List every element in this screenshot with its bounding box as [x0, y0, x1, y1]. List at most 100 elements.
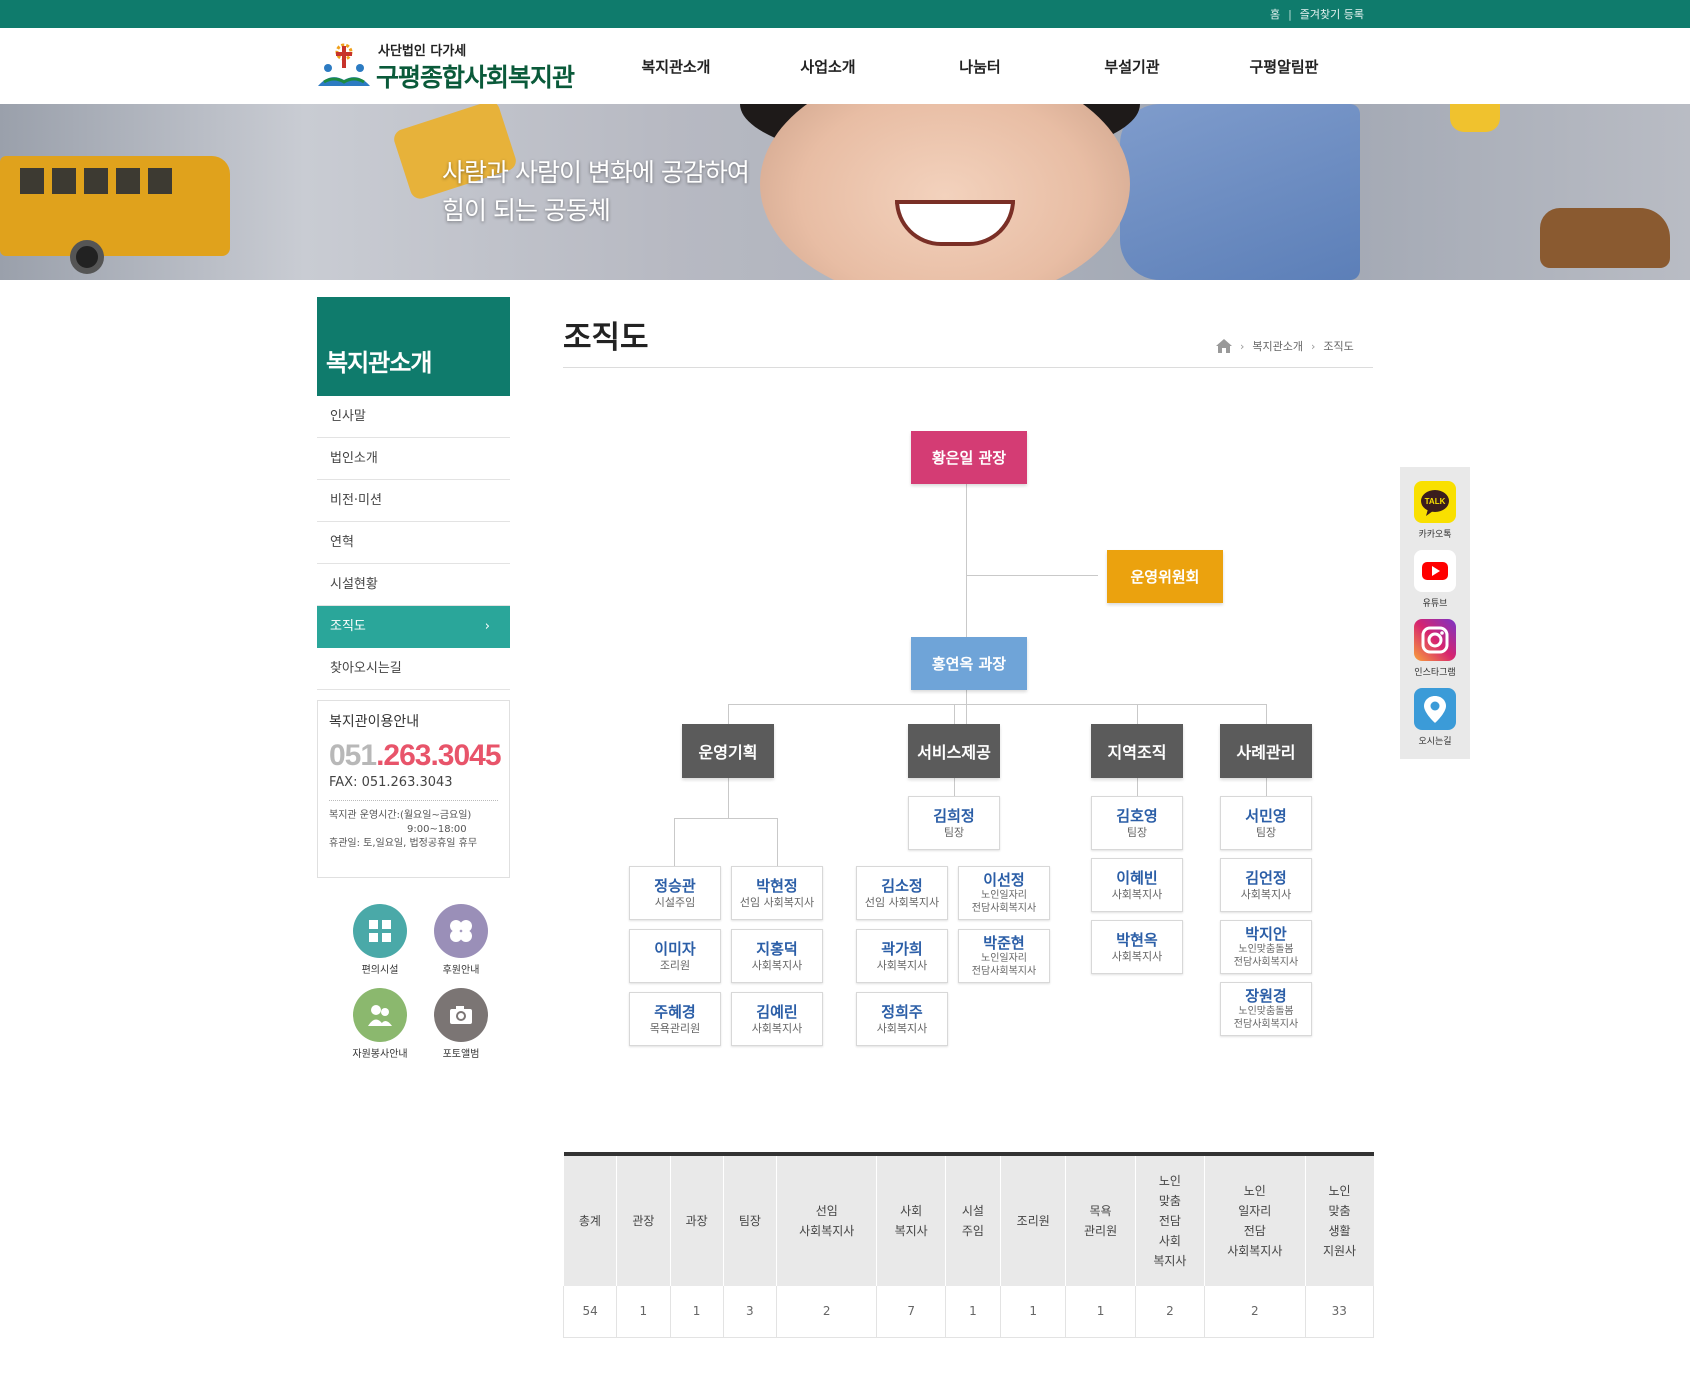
- staff-role: 노인일자리: [981, 890, 1027, 901]
- staff-name: 박지안: [1245, 925, 1287, 943]
- staff-name: 곽가희: [881, 939, 923, 958]
- nav-sharing[interactable]: 나눔터: [904, 56, 1056, 77]
- sidebar-menu: 인사말 법인소개 비전·미션 연혁 시설현황 조직도 › 찾아오시는길: [317, 396, 510, 690]
- staff-card: 곽가희 사회복지사: [856, 929, 948, 983]
- staff-name: 주혜경: [654, 1002, 696, 1021]
- staff-name: 정승관: [654, 876, 696, 895]
- header-text: 목욕: [1089, 1204, 1112, 1218]
- staff-name: 서민영: [1245, 806, 1287, 825]
- table-cell: 2: [1134, 1286, 1206, 1338]
- header-text: 사회: [900, 1204, 923, 1218]
- table-cell: 33: [1304, 1286, 1375, 1338]
- staff-role: 노인맞춤돌봄: [1238, 944, 1294, 955]
- breadcrumb-section[interactable]: 복지관소개: [1252, 338, 1303, 354]
- kakaotalk-link[interactable]: TALK 카카오톡: [1414, 481, 1456, 540]
- slogan-line-2: 힘이 되는 공동체: [442, 196, 611, 225]
- toy-deer-image: [1540, 208, 1670, 268]
- header-text: 노인: [1158, 1174, 1181, 1188]
- bus-window: [116, 168, 140, 194]
- table-cell: 2: [1204, 1286, 1306, 1338]
- sidebar-item-facilities[interactable]: 시설현황: [317, 564, 510, 606]
- bus-wheel: [70, 240, 104, 274]
- quick-volunteer[interactable]: 자원봉사안내: [340, 988, 420, 1060]
- staff-role: 전담사회복지사: [1233, 1019, 1299, 1030]
- main-nav: 복지관소개 사업소개 나눔터 부설기관 구평알림판: [600, 56, 1360, 77]
- quick-label: 포토앨범: [442, 1049, 480, 1060]
- nav-affiliates[interactable]: 부설기관: [1056, 56, 1208, 77]
- kakaotalk-icon: TALK: [1414, 481, 1456, 523]
- bus-window: [148, 168, 172, 194]
- staff-card: 지홍덕 사회복지사: [731, 929, 823, 983]
- staff-role: 사회복지사: [876, 1021, 928, 1035]
- staff-role: 노인일자리: [981, 953, 1027, 964]
- staff-role: 사회복지사: [1111, 949, 1163, 963]
- col-header-senior-care-sw: 노인 맞춤 전담 사회 복지사: [1134, 1154, 1205, 1286]
- logo[interactable]: 사단법인 다가세 구평종합사회복지관: [316, 38, 596, 94]
- header-text: 노인: [1243, 1184, 1266, 1198]
- connector-line: [728, 778, 729, 818]
- staff-name: 박현정: [756, 876, 798, 895]
- team-leader-card: 서민영 팀장: [1220, 796, 1312, 850]
- staff-role: 팀장: [943, 825, 965, 839]
- bookmark-link[interactable]: 즐겨찾기 등록: [1300, 6, 1364, 22]
- home-icon[interactable]: [1216, 339, 1232, 353]
- staff-card: 주혜경 목욕관리원: [629, 992, 721, 1046]
- staff-role: 시설주임: [654, 895, 696, 909]
- header-text: 복지사: [1153, 1254, 1187, 1268]
- instagram-icon: [1414, 619, 1456, 661]
- quick-sponsor[interactable]: 후원안내: [421, 904, 501, 976]
- col-header-life-support: 노인 맞춤 생활 지원사: [1304, 1154, 1374, 1286]
- nav-about[interactable]: 복지관소개: [600, 56, 752, 77]
- sidebar-item-corporation[interactable]: 법인소개: [317, 438, 510, 480]
- bus-window: [20, 168, 44, 194]
- staff-card: 이선정 노인일자리 전담사회복지사: [958, 866, 1050, 920]
- staff-role: 선임 사회복지사: [739, 895, 815, 909]
- quick-label: 후원안내: [442, 965, 480, 976]
- sidebar-item-vision[interactable]: 비전·미션: [317, 480, 510, 522]
- instagram-link[interactable]: 인스타그램: [1414, 619, 1456, 678]
- staff-card: 김소정 선임 사회복지사: [856, 866, 948, 920]
- header-text: 노인: [1328, 1184, 1351, 1198]
- connector-line: [966, 484, 967, 660]
- youtube-link[interactable]: 유튜브: [1414, 550, 1456, 609]
- header-text: 주임: [961, 1224, 984, 1238]
- sidebar-item-directions[interactable]: 찾아오시는길: [317, 648, 510, 690]
- staff-role: 노인맞춤돌봄: [1238, 1006, 1294, 1017]
- col-header-total: 총계: [563, 1154, 617, 1286]
- quick-amenities[interactable]: 편의시설: [340, 904, 420, 976]
- connector-line: [674, 818, 675, 866]
- floating-label: 인스타그램: [1414, 668, 1456, 678]
- table-cell: 3: [722, 1286, 778, 1338]
- header-text: 맞춤: [1158, 1194, 1181, 1208]
- staff-name: 지홍덕: [756, 939, 798, 958]
- sidebar-item-greeting[interactable]: 인사말: [317, 396, 510, 438]
- staff-count-table: 총계 관장 과장 팀장 선임 사회복지사 사회 복지사 시설 주임 조리원 목욕 관리원…: [562, 1152, 1375, 1338]
- staff-role: 조리원: [659, 958, 691, 972]
- header-text: 관장: [632, 1214, 655, 1228]
- banner-slogan: 사람과 사람이 변화에 공감하여 힘이 되는 공동체: [442, 154, 750, 230]
- header-text: 복지사: [894, 1224, 928, 1238]
- team-planning-box: 운영기획: [682, 724, 774, 778]
- sidebar-item-label: 조직도: [330, 619, 366, 634]
- nav-notice[interactable]: 구평알림판: [1208, 56, 1360, 77]
- directions-link[interactable]: 오시는길: [1414, 688, 1456, 747]
- clover-icon: [434, 904, 488, 958]
- connector-line: [777, 818, 778, 866]
- fax-number: FAX: 051.263.3043: [329, 775, 498, 801]
- home-link[interactable]: 홈: [1270, 6, 1280, 22]
- nav-business[interactable]: 사업소개: [752, 56, 904, 77]
- sidebar-item-history[interactable]: 연혁: [317, 522, 510, 564]
- staff-name: 정희주: [881, 1002, 923, 1021]
- staff-name: 김언정: [1245, 868, 1287, 887]
- col-header-manager: 과장: [669, 1154, 724, 1286]
- header-text: 사회복지사: [1227, 1244, 1283, 1258]
- sidebar-item-orgchart[interactable]: 조직도 ›: [317, 606, 510, 648]
- team-community-box: 지역조직: [1091, 724, 1183, 778]
- floating-social-bar: TALK 카카오톡 유튜브 인스타그램 오시는길: [1400, 467, 1470, 759]
- bus-window: [84, 168, 108, 194]
- quick-photo[interactable]: 포토앨범: [421, 988, 501, 1060]
- breadcrumb-current: 조직도: [1323, 340, 1354, 353]
- org-chart: 황은일 관장 운영위원회 홍연옥 과장 운영기획 서비스제공 지역조직 사례관리…: [560, 420, 1370, 1060]
- map-pin-icon: [1414, 688, 1456, 730]
- staff-name: 김소정: [881, 876, 923, 895]
